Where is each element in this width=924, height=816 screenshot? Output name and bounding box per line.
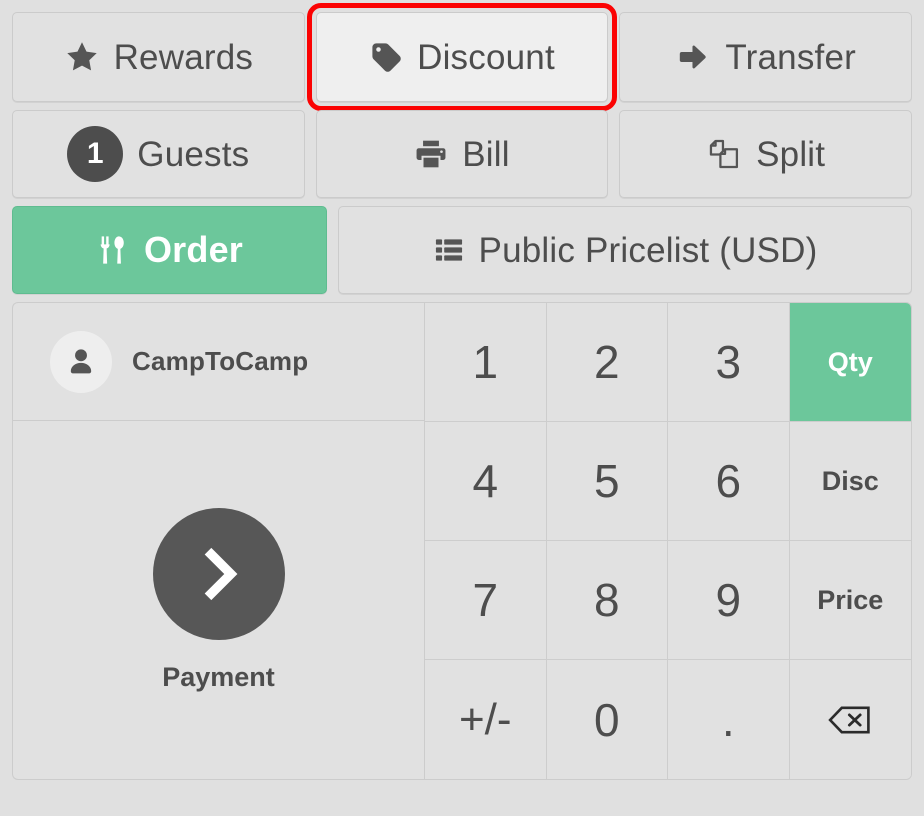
split-copy-icon [706,136,742,172]
cutlery-icon [96,233,130,267]
order-tools-row: 1 Guests Bill Split [12,110,913,198]
order-tab-button[interactable]: Order [12,206,327,294]
customer-name: CampToCamp [132,346,309,376]
rewards-button[interactable]: Rewards [12,12,305,102]
numpad-key-7[interactable]: 7 [425,541,547,660]
action-button-row: Rewards Discount Transfer [12,3,913,111]
mode-row: Order Public Pricelist (USD) [12,206,912,294]
split-button[interactable]: Split [619,110,913,198]
numpad-key-1[interactable]: 1 [425,303,547,422]
numpad-key-5[interactable]: 5 [546,422,668,541]
numpad-key-price[interactable]: Price [789,541,911,660]
numpad-key-backspace[interactable] [789,660,911,779]
guest-count-badge: 1 [67,126,124,182]
split-label: Split [756,134,826,174]
customer-selector[interactable]: CampToCamp [13,303,424,421]
chevron-right-icon [152,507,285,640]
numpad-key-2[interactable]: 2 [546,303,668,422]
numpad: 1 2 3 Qty 4 5 6 Disc 7 8 9 Price +/- 0 . [424,302,912,780]
numpad-key-decimal[interactable]: . [668,660,790,779]
arrow-right-icon [675,39,711,75]
transfer-label: Transfer [725,37,856,77]
pricelist-label: Public Pricelist (USD) [478,230,818,270]
transfer-button[interactable]: Transfer [619,12,913,102]
backspace-icon [827,697,873,743]
payment-label: Payment [162,661,275,692]
numpad-key-3[interactable]: 3 [668,303,790,422]
person-icon [50,330,112,393]
order-label: Order [143,229,244,270]
numpad-key-6[interactable]: 6 [668,422,790,541]
star-icon [64,39,100,75]
discount-button[interactable]: Discount [306,3,618,111]
numpad-key-9[interactable]: 9 [668,541,790,660]
customer-payment-pane: CampToCamp Payment [12,302,424,780]
numpad-key-0[interactable]: 0 [546,660,668,779]
bill-label: Bill [462,134,510,174]
tag-icon [369,40,403,74]
rewards-label: Rewards [113,37,254,77]
numpad-key-plus-minus[interactable]: +/- [425,660,547,779]
pos-control-panel: Rewards Discount Transfer 1 Guests Bill … [0,0,924,816]
numpad-key-4[interactable]: 4 [425,422,547,541]
payment-button[interactable]: Payment [13,421,424,779]
numpad-key-8[interactable]: 8 [546,541,668,660]
bill-button[interactable]: Bill [315,110,609,198]
pricelist-button[interactable]: Public Pricelist (USD) [338,206,912,294]
numpad-key-disc[interactable]: Disc [789,422,911,541]
printer-icon [414,137,448,171]
list-icon [433,234,465,266]
discount-label: Discount [417,37,555,77]
guests-button[interactable]: 1 Guests [12,110,305,198]
numpad-key-qty[interactable]: Qty [789,303,911,422]
guests-label: Guests [137,134,250,174]
bottom-panel: CampToCamp Payment 1 2 3 Qty 4 5 6 Disc … [12,302,912,780]
